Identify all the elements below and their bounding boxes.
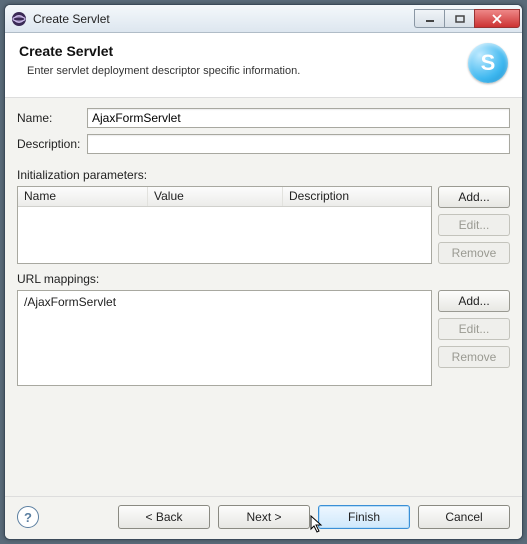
- servlet-icon-letter: S: [481, 50, 496, 76]
- url-mappings-label: URL mappings:: [17, 272, 510, 286]
- close-button[interactable]: [474, 9, 520, 28]
- description-input[interactable]: [87, 134, 510, 154]
- init-params-area: Name Value Description Add... Edit... Re…: [17, 186, 510, 264]
- titlebar[interactable]: Create Servlet: [5, 5, 522, 33]
- description-label: Description:: [17, 137, 87, 151]
- init-params-label: Initialization parameters:: [17, 168, 510, 182]
- maximize-button[interactable]: [444, 9, 474, 28]
- servlet-icon: S: [468, 43, 508, 83]
- list-item[interactable]: /AjaxFormServlet: [24, 295, 425, 309]
- init-params-table[interactable]: Name Value Description: [17, 186, 432, 264]
- description-row: Description:: [17, 134, 510, 154]
- col-value[interactable]: Value: [148, 187, 283, 206]
- table-header: Name Value Description: [18, 187, 431, 207]
- init-params-buttons: Add... Edit... Remove: [438, 186, 510, 264]
- url-mappings-buttons: Add... Edit... Remove: [438, 290, 510, 368]
- name-label: Name:: [17, 111, 87, 125]
- url-edit-button: Edit...: [438, 318, 510, 340]
- page-subtitle: Enter servlet deployment descriptor spec…: [27, 65, 458, 77]
- help-icon[interactable]: ?: [17, 506, 39, 528]
- params-edit-button: Edit...: [438, 214, 510, 236]
- next-button[interactable]: Next >: [218, 505, 310, 529]
- table-body[interactable]: [18, 207, 431, 263]
- params-add-button[interactable]: Add...: [438, 186, 510, 208]
- minimize-button[interactable]: [414, 9, 444, 28]
- dialog-window: Create Servlet Create Servlet Enter serv…: [4, 4, 523, 540]
- col-name[interactable]: Name: [18, 187, 148, 206]
- wizard-body: Name: Description: Initialization parame…: [5, 98, 522, 496]
- name-row: Name:: [17, 108, 510, 128]
- eclipse-icon: [11, 11, 27, 27]
- url-mappings-area: /AjaxFormServlet Add... Edit... Remove: [17, 290, 510, 386]
- close-icon: [491, 14, 503, 24]
- wizard-header: Create Servlet Enter servlet deployment …: [5, 33, 522, 98]
- col-description[interactable]: Description: [283, 187, 431, 206]
- maximize-icon: [455, 15, 465, 23]
- url-add-button[interactable]: Add...: [438, 290, 510, 312]
- minimize-icon: [425, 15, 435, 23]
- params-remove-button: Remove: [438, 242, 510, 264]
- header-text: Create Servlet Enter servlet deployment …: [19, 43, 458, 77]
- cancel-button[interactable]: Cancel: [418, 505, 510, 529]
- back-button[interactable]: < Back: [118, 505, 210, 529]
- name-input[interactable]: [87, 108, 510, 128]
- url-remove-button: Remove: [438, 346, 510, 368]
- window-title: Create Servlet: [33, 12, 414, 26]
- page-title: Create Servlet: [19, 43, 458, 59]
- url-mappings-list[interactable]: /AjaxFormServlet: [17, 290, 432, 386]
- window-controls: [414, 9, 520, 28]
- wizard-footer: ? < Back Next > Finish Cancel: [5, 496, 522, 539]
- finish-button[interactable]: Finish: [318, 505, 410, 529]
